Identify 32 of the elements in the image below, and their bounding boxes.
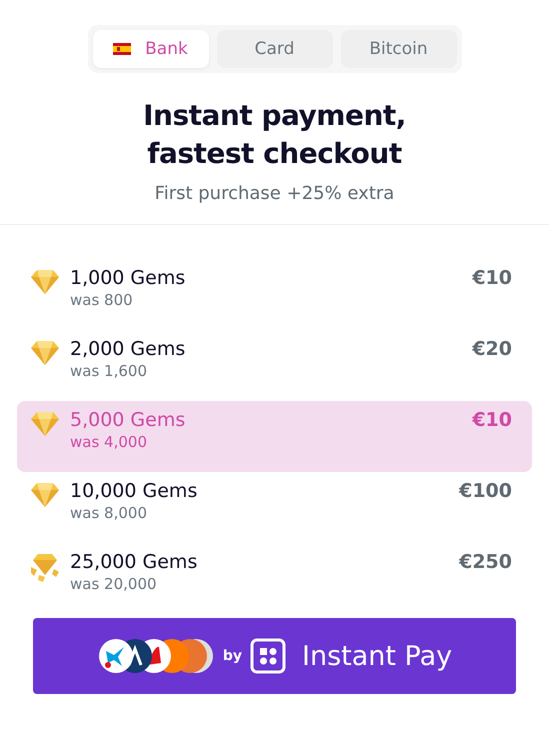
offer-row[interactable]: 25,000 Gems was 20,000 €250 bbox=[17, 543, 532, 614]
offer-row[interactable]: 2,000 Gems was 1,600 €20 bbox=[17, 330, 532, 401]
offer-name: 1,000 Gems bbox=[70, 267, 186, 289]
offer-row[interactable]: 10,000 Gems was 8,000 €100 bbox=[17, 472, 532, 543]
diamond-icon bbox=[30, 340, 60, 366]
instant-pay-button[interactable]: by Instant Pay bbox=[33, 618, 516, 694]
offer-name: 10,000 Gems bbox=[70, 480, 198, 502]
price: €250 bbox=[459, 551, 512, 573]
heading: Instant payment, fastest checkout bbox=[142, 98, 407, 172]
price: €10 bbox=[472, 409, 512, 431]
offer-name: 25,000 Gems bbox=[70, 551, 198, 573]
diamond-pile-icon bbox=[30, 553, 60, 583]
tab[interactable]: Bank bbox=[92, 30, 208, 68]
diamond-icon bbox=[30, 482, 60, 508]
bank-logos-icon bbox=[96, 637, 215, 675]
old-amount: was 1,600 bbox=[70, 362, 148, 380]
tab[interactable]: Bitcoin bbox=[340, 30, 456, 68]
app-logo-icon bbox=[250, 638, 286, 674]
subtitle: First purchase +25% extra bbox=[154, 183, 396, 204]
diamond-icon bbox=[30, 269, 60, 295]
diamond-icon bbox=[30, 411, 60, 437]
old-amount: was 800 bbox=[70, 291, 134, 309]
offer-row[interactable]: 1,000 Gems was 800 €10 bbox=[17, 259, 532, 330]
old-amount: was 8,000 bbox=[70, 504, 148, 522]
old-amount: was 4,000 bbox=[70, 433, 148, 451]
old-amount: was 20,000 bbox=[70, 575, 158, 593]
offer-name: 5,000 Gems bbox=[70, 409, 186, 431]
price: €10 bbox=[472, 267, 512, 289]
tab[interactable]: Card bbox=[216, 30, 332, 68]
price: €100 bbox=[459, 480, 512, 502]
price: €20 bbox=[472, 338, 512, 360]
offer-name: 2,000 Gems bbox=[70, 338, 186, 360]
